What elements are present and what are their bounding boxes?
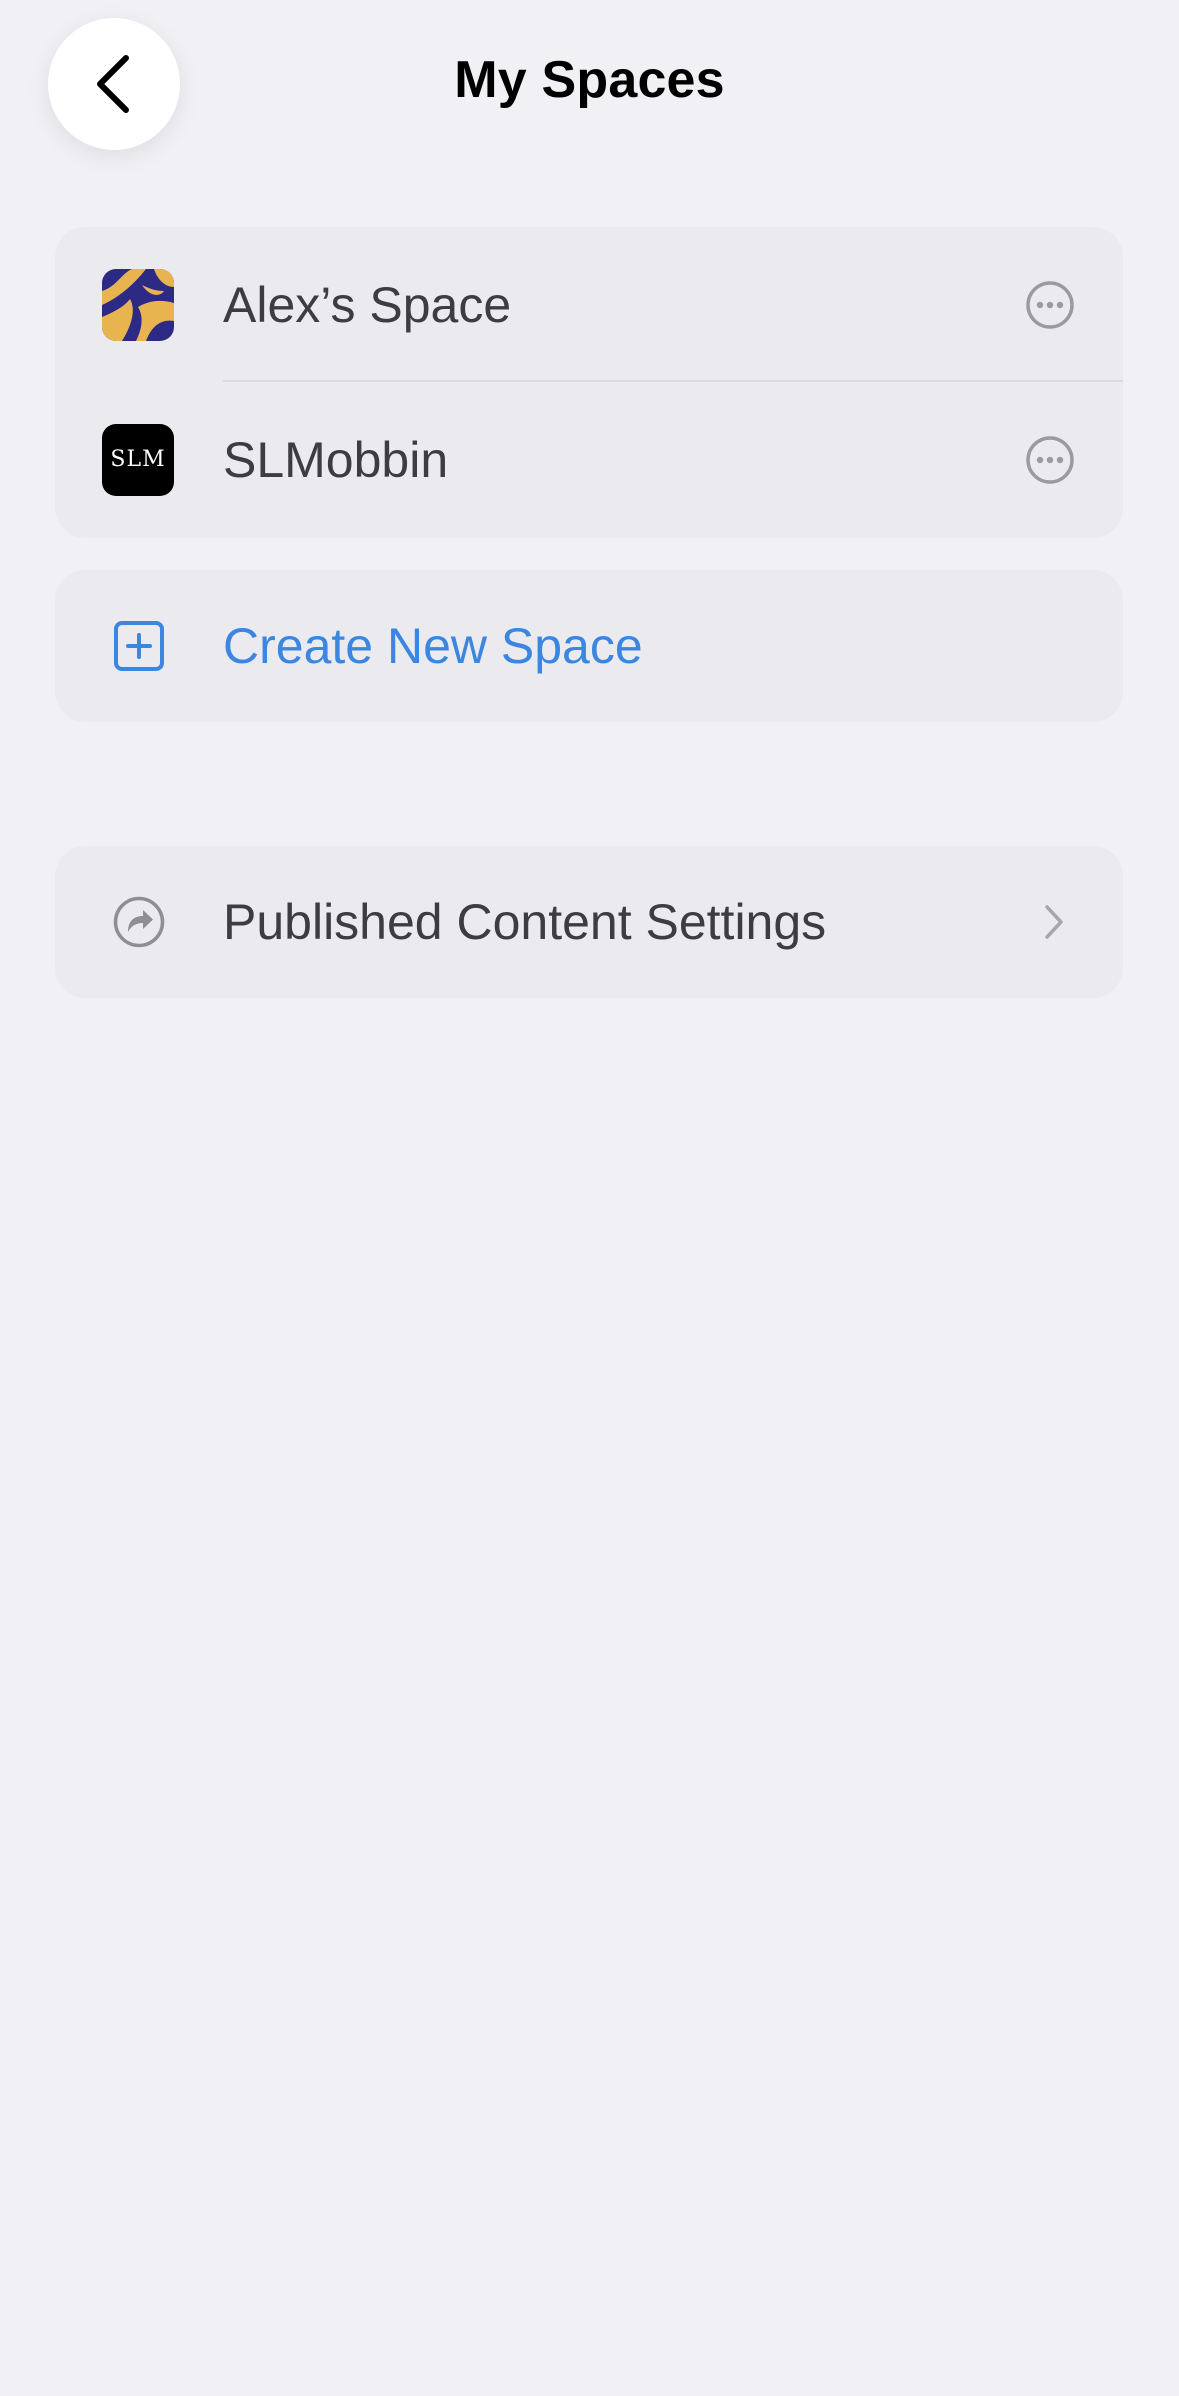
create-new-space-row[interactable]: Create New Space: [55, 570, 1123, 722]
create-new-space-label: Create New Space: [223, 618, 643, 674]
space-name: SLMobbin: [223, 431, 449, 488]
my-spaces-screen: My Spaces Alex’s Space SLM SLMobbin Crea…: [0, 0, 1179, 2396]
spaces-list: Alex’s Space SLM SLMobbin: [55, 227, 1123, 538]
ellipsis-circle-icon[interactable]: [1025, 280, 1075, 330]
list-item-slmobbin[interactable]: SLM SLMobbin: [55, 382, 1123, 537]
plus-square-icon: [114, 621, 164, 671]
space-name: Alex’s Space: [223, 276, 512, 333]
ellipsis-circle-icon[interactable]: [1025, 435, 1075, 485]
published-content-settings-label: Published Content Settings: [223, 894, 827, 950]
list-item-alex-space[interactable]: Alex’s Space: [55, 227, 1123, 382]
published-content-settings-row[interactable]: Published Content Settings: [55, 846, 1123, 998]
create-new-space-button[interactable]: Create New Space: [55, 570, 1123, 722]
page-title: My Spaces: [454, 51, 725, 109]
published-content-settings-button[interactable]: Published Content Settings: [55, 846, 1123, 998]
slmobbin-logo: SLM: [102, 423, 174, 496]
share-arrow-circle-icon: [113, 896, 165, 948]
chevron-right-icon: [1045, 905, 1063, 939]
alex-space-logo: [102, 268, 174, 341]
